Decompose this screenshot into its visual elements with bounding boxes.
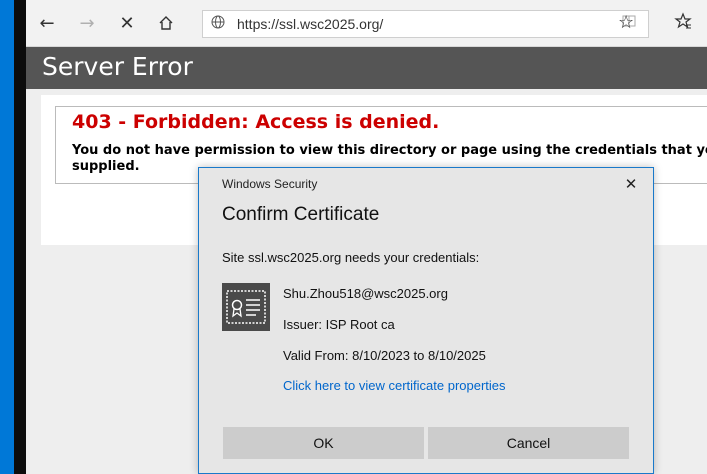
- close-icon[interactable]: ✕: [619, 173, 643, 195]
- certificate-validity: Valid From: 8/10/2023 to 8/10/2025: [283, 348, 486, 363]
- home-icon[interactable]: [155, 12, 177, 34]
- page-header: Server Error: [26, 47, 707, 89]
- cancel-button[interactable]: Cancel: [428, 427, 629, 459]
- certificate-subject[interactable]: Shu.Zhou518@wsc2025.org: [283, 286, 448, 301]
- error-title: 403 - Forbidden: Access is denied.: [72, 111, 440, 133]
- certificate-issuer: Issuer: ISP Root ca: [283, 317, 395, 332]
- back-arrow-icon[interactable]: ←: [36, 12, 58, 34]
- page-title: Server Error: [42, 52, 193, 81]
- certificate-icon[interactable]: [222, 283, 270, 331]
- windows-security-dialog: Windows Security ✕ Confirm Certificate S…: [198, 167, 654, 474]
- credentials-prompt: Site ssl.wsc2025.org needs your credenti…: [222, 250, 480, 265]
- terminal-window-edge: [14, 0, 26, 474]
- stop-loading-icon[interactable]: ✕: [116, 12, 138, 34]
- forward-arrow-icon[interactable]: →: [76, 12, 98, 34]
- favorite-star-icon[interactable]: ☆: [618, 12, 634, 33]
- view-certificate-link[interactable]: Click here to view certificate propertie…: [283, 378, 506, 393]
- globe-icon: [211, 15, 225, 33]
- browser-toolbar: ← → ✕ https://ssl.wsc2025.org/ ☆: [26, 0, 707, 47]
- address-url[interactable]: https://ssl.wsc2025.org/: [237, 16, 383, 32]
- address-bar[interactable]: https://ssl.wsc2025.org/: [202, 10, 649, 38]
- favorites-hub-icon[interactable]: [674, 12, 692, 35]
- dialog-caption: Windows Security: [222, 177, 318, 191]
- ok-button[interactable]: OK: [223, 427, 424, 459]
- dialog-title: Confirm Certificate: [222, 204, 380, 225]
